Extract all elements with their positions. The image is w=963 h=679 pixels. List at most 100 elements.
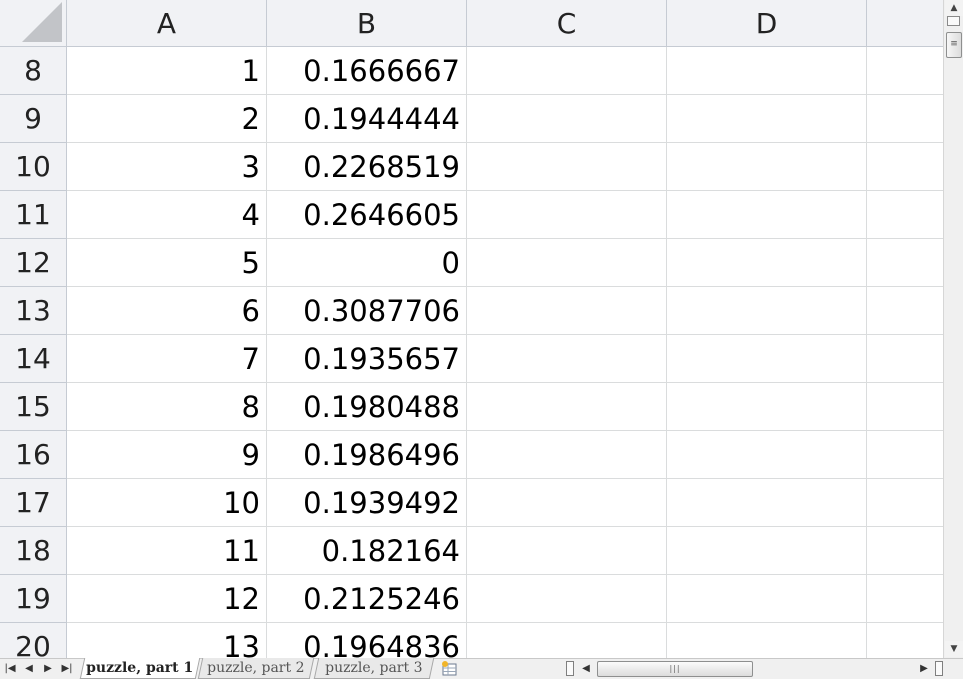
- cell-c[interactable]: [467, 623, 667, 658]
- cell-a[interactable]: 2: [67, 95, 267, 143]
- cell-d[interactable]: [667, 623, 867, 658]
- first-sheet-icon[interactable]: |◀: [2, 660, 18, 678]
- cell-b[interactable]: 0.2646605: [267, 191, 467, 239]
- cell-c[interactable]: [467, 191, 667, 239]
- cell-c[interactable]: [467, 527, 667, 575]
- cell-e[interactable]: [867, 335, 943, 383]
- cell-a[interactable]: 9: [67, 431, 267, 479]
- cell-c[interactable]: [467, 479, 667, 527]
- horizontal-split-box-right[interactable]: [935, 661, 943, 676]
- scroll-left-icon[interactable]: ◀: [578, 660, 594, 678]
- row-header[interactable]: 12: [0, 239, 67, 287]
- cell-d[interactable]: [667, 479, 867, 527]
- horizontal-split-box[interactable]: [566, 661, 574, 676]
- cell-e[interactable]: [867, 527, 943, 575]
- cell-e[interactable]: [867, 575, 943, 623]
- cell-e[interactable]: [867, 143, 943, 191]
- cell-b[interactable]: 0.1986496: [267, 431, 467, 479]
- cell-c[interactable]: [467, 47, 667, 95]
- cell-a[interactable]: 6: [67, 287, 267, 335]
- cell-d[interactable]: [667, 431, 867, 479]
- cell-e[interactable]: [867, 191, 943, 239]
- insert-worksheet-icon[interactable]: [438, 660, 462, 678]
- column-header-e[interactable]: [867, 0, 943, 47]
- cell-b[interactable]: 0.182164: [267, 527, 467, 575]
- cell-e[interactable]: [867, 623, 943, 658]
- cell-e[interactable]: [867, 47, 943, 95]
- cell-d[interactable]: [667, 527, 867, 575]
- cell-d[interactable]: [667, 239, 867, 287]
- cell-e[interactable]: [867, 383, 943, 431]
- vertical-split-box[interactable]: [947, 16, 960, 26]
- cell-d[interactable]: [667, 47, 867, 95]
- row-header[interactable]: 8: [0, 47, 67, 95]
- sheet-tab-puzzle-part-3[interactable]: puzzle, part 3: [313, 658, 435, 679]
- row-header[interactable]: 13: [0, 287, 67, 335]
- cell-d[interactable]: [667, 575, 867, 623]
- cell-b[interactable]: 0.1935657: [267, 335, 467, 383]
- select-all-corner[interactable]: [0, 0, 67, 47]
- column-header-a[interactable]: A: [67, 0, 267, 47]
- cell-d[interactable]: [667, 383, 867, 431]
- cell-a[interactable]: 5: [67, 239, 267, 287]
- cell-d[interactable]: [667, 191, 867, 239]
- column-header-b[interactable]: B: [267, 0, 467, 47]
- cell-b[interactable]: 0.1944444: [267, 95, 467, 143]
- row-header[interactable]: 11: [0, 191, 67, 239]
- cell-b[interactable]: 0.1666667: [267, 47, 467, 95]
- cell-b[interactable]: 0.1980488: [267, 383, 467, 431]
- cell-b[interactable]: 0: [267, 239, 467, 287]
- previous-sheet-icon[interactable]: ◀: [21, 660, 37, 678]
- vertical-scrollbar[interactable]: ▲ ≡ ▼: [943, 0, 963, 658]
- cell-b[interactable]: 0.3087706: [267, 287, 467, 335]
- cell-a[interactable]: 8: [67, 383, 267, 431]
- cell-a[interactable]: 7: [67, 335, 267, 383]
- scroll-right-icon[interactable]: ▶: [916, 660, 932, 678]
- row-header[interactable]: 9: [0, 95, 67, 143]
- cell-a[interactable]: 11: [67, 527, 267, 575]
- column-header-c[interactable]: C: [467, 0, 667, 47]
- row-header[interactable]: 19: [0, 575, 67, 623]
- scroll-down-icon[interactable]: ▼: [945, 641, 963, 657]
- cell-b[interactable]: 0.1964836: [267, 623, 467, 658]
- row-header[interactable]: 17: [0, 479, 67, 527]
- cell-d[interactable]: [667, 95, 867, 143]
- scroll-up-icon[interactable]: ▲: [945, 0, 963, 16]
- sheet-tab-puzzle-part-2[interactable]: puzzle, part 2: [197, 658, 315, 679]
- row-header[interactable]: 14: [0, 335, 67, 383]
- cell-b[interactable]: 0.1939492: [267, 479, 467, 527]
- cell-a[interactable]: 4: [67, 191, 267, 239]
- cell-e[interactable]: [867, 239, 943, 287]
- row-header[interactable]: 18: [0, 527, 67, 575]
- cell-a[interactable]: 12: [67, 575, 267, 623]
- cell-c[interactable]: [467, 335, 667, 383]
- cell-c[interactable]: [467, 239, 667, 287]
- horizontal-scroll-thumb[interactable]: |||: [597, 661, 753, 677]
- sheet-tab-puzzle-part-1[interactable]: puzzle, part 1: [79, 658, 201, 679]
- column-header-d[interactable]: D: [667, 0, 867, 47]
- cell-a[interactable]: 3: [67, 143, 267, 191]
- cell-c[interactable]: [467, 575, 667, 623]
- cell-c[interactable]: [467, 431, 667, 479]
- row-header[interactable]: 15: [0, 383, 67, 431]
- cell-e[interactable]: [867, 431, 943, 479]
- cell-c[interactable]: [467, 95, 667, 143]
- row-header[interactable]: 10: [0, 143, 67, 191]
- cell-b[interactable]: 0.2125246: [267, 575, 467, 623]
- cell-a[interactable]: 1: [67, 47, 267, 95]
- cell-a[interactable]: 13: [67, 623, 267, 658]
- cell-d[interactable]: [667, 143, 867, 191]
- row-header[interactable]: 20: [0, 623, 67, 658]
- vertical-scroll-thumb[interactable]: ≡: [946, 32, 962, 58]
- last-sheet-icon[interactable]: ▶|: [59, 660, 75, 678]
- cell-d[interactable]: [667, 335, 867, 383]
- row-header[interactable]: 16: [0, 431, 67, 479]
- cell-e[interactable]: [867, 287, 943, 335]
- cell-b[interactable]: 0.2268519: [267, 143, 467, 191]
- cell-d[interactable]: [667, 287, 867, 335]
- cell-c[interactable]: [467, 383, 667, 431]
- cell-e[interactable]: [867, 95, 943, 143]
- cell-a[interactable]: 10: [67, 479, 267, 527]
- cell-c[interactable]: [467, 143, 667, 191]
- cell-c[interactable]: [467, 287, 667, 335]
